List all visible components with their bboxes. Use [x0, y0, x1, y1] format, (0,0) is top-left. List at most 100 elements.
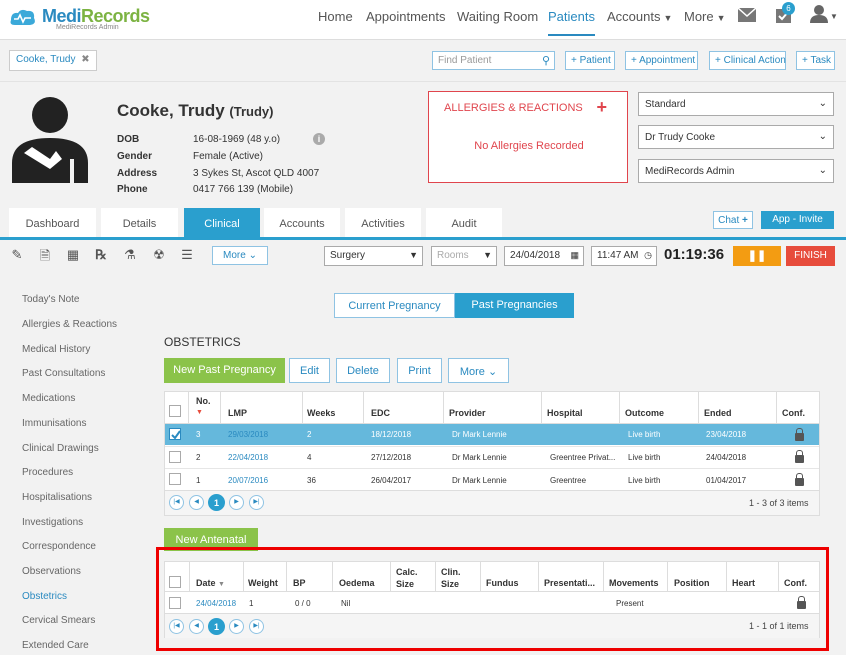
current-page[interactable]: 1 — [208, 494, 225, 511]
lock-icon[interactable] — [795, 473, 804, 486]
find-patient-input[interactable]: Find Patient ⚲ — [432, 51, 555, 70]
location-select[interactable]: Surgery ▼ — [324, 246, 423, 266]
new-past-pregnancy-button[interactable]: New Past Pregnancy — [164, 358, 285, 383]
prev-page-icon[interactable]: ◀ — [189, 495, 204, 510]
mail-icon[interactable] — [738, 8, 756, 22]
search-icon[interactable]: ⚲ — [542, 54, 550, 67]
pathology-icon[interactable]: ⚗ — [123, 247, 137, 263]
cell-lmp-link[interactable]: 29/03/2018 — [228, 430, 268, 439]
nav-home[interactable]: Home — [318, 9, 353, 34]
calculator-icon[interactable]: ▦ — [66, 247, 80, 263]
prescription-icon[interactable]: ℞ — [94, 247, 108, 263]
radiology-icon[interactable]: ☢ — [152, 247, 166, 263]
sidebar-item-past-consultations[interactable]: Past Consultations — [22, 368, 105, 379]
col-header-hospital[interactable]: Hospital — [547, 408, 583, 418]
calendar-icon[interactable]: ▦ — [570, 250, 579, 261]
sidebar-item-hospitalisations[interactable]: Hospitalisations — [22, 492, 92, 503]
tab-audit[interactable]: Audit — [426, 208, 502, 238]
edit-button[interactable]: Edit — [289, 358, 330, 383]
tab-past-pregnancies[interactable]: Past Pregnancies — [455, 293, 574, 318]
clock-icon[interactable]: ◷ — [644, 250, 652, 261]
close-icon[interactable]: ✖ — [81, 54, 89, 65]
col-header-no[interactable]: No. ▼ — [196, 396, 211, 416]
col-header-weeks[interactable]: Weeks — [307, 408, 335, 418]
chevron-down-icon: ⌄ — [818, 165, 827, 176]
nav-appointments[interactable]: Appointments — [366, 9, 446, 34]
referral-icon[interactable]: 🗎 — [38, 247, 52, 263]
row-checkbox[interactable] — [169, 451, 181, 463]
delete-button[interactable]: Delete — [336, 358, 390, 383]
nav-accounts[interactable]: Accounts ▼ — [607, 9, 672, 34]
col-divider — [363, 392, 364, 423]
sidebar-item-investigations[interactable]: Investigations — [22, 517, 83, 528]
row-checkbox[interactable] — [169, 473, 181, 485]
open-patient-tab[interactable]: Cooke, Trudy ✖ — [9, 50, 97, 71]
sidebar-item-procedures[interactable]: Procedures — [22, 467, 73, 478]
sidebar-item-medications[interactable]: Medications — [22, 393, 75, 404]
pause-button[interactable]: ❚❚ — [733, 246, 781, 266]
first-page-icon[interactable]: |◀ — [169, 495, 184, 510]
add-allergy-icon[interactable]: + — [596, 97, 607, 118]
col-header-ended[interactable]: Ended — [704, 408, 732, 418]
user-icon[interactable] — [810, 5, 828, 23]
add-task-button[interactable]: + Task — [796, 51, 835, 70]
sidebar-item-immunisations[interactable]: Immunisations — [22, 418, 86, 429]
sidebar-item-obstetrics[interactable]: Obstetrics — [22, 591, 67, 602]
consult-time-input[interactable]: 11:47 AM ◷ — [591, 246, 657, 266]
lock-icon[interactable] — [795, 450, 804, 463]
plus-icon: + — [742, 215, 748, 226]
open-patient-tab-label: Cooke, Trudy — [16, 54, 76, 65]
info-icon[interactable]: i — [313, 133, 325, 145]
add-patient-button[interactable]: + Patient — [565, 51, 615, 70]
app-invite-button[interactable]: App - Invite — [761, 211, 834, 229]
add-appointment-button[interactable]: + Appointment — [625, 51, 698, 70]
sidebar-item-clinical-drawings[interactable]: Clinical Drawings — [22, 443, 99, 454]
col-header-lmp[interactable]: LMP — [228, 408, 247, 418]
note-icon[interactable]: ✎ — [10, 247, 24, 263]
practitioner-select[interactable]: Dr Trudy Cooke ⌄ — [638, 125, 834, 149]
sidebar-item-correspondence[interactable]: Correspondence — [22, 541, 96, 552]
tab-activities[interactable]: Activities — [345, 208, 421, 238]
nav-waiting-room[interactable]: Waiting Room — [457, 9, 538, 34]
chat-button[interactable]: Chat + — [713, 211, 753, 229]
user-menu-chevron-icon[interactable]: ▼ — [830, 12, 838, 21]
sidebar-item-allergies[interactable]: Allergies & Reactions — [22, 319, 117, 330]
cell-lmp-link[interactable]: 20/07/2016 — [228, 476, 268, 485]
select-all-checkbox[interactable] — [169, 405, 181, 417]
last-page-icon[interactable]: ▶| — [249, 495, 264, 510]
nav-more[interactable]: More ▼ — [684, 9, 726, 34]
print-button[interactable]: Print — [397, 358, 442, 383]
add-clinical-action-button[interactable]: + Clinical Action — [709, 51, 786, 70]
layers-icon[interactable]: ☰ — [180, 247, 194, 263]
rooms-select[interactable]: Rooms ▼ — [431, 246, 497, 266]
cell-lmp-link[interactable]: 22/04/2018 — [228, 453, 268, 462]
more-actions-button[interactable]: More ⌄ — [448, 358, 509, 383]
col-header-outcome[interactable]: Outcome — [625, 408, 664, 418]
col-header-conf[interactable]: Conf. — [782, 408, 805, 418]
tab-details[interactable]: Details — [101, 208, 178, 238]
tab-current-pregnancy[interactable]: Current Pregnancy — [334, 293, 455, 318]
template-select[interactable]: Standard ⌄ — [638, 92, 834, 116]
nav-patients[interactable]: Patients — [548, 9, 595, 36]
medirecords-logo[interactable]: MediRecords MediRecords Admin — [8, 5, 150, 33]
finish-button[interactable]: FINISH — [786, 246, 835, 266]
user-select[interactable]: MediRecords Admin ⌄ — [638, 159, 834, 183]
sidebar-item-cervical-smears[interactable]: Cervical Smears — [22, 615, 95, 626]
row-checkbox-checked[interactable] — [169, 428, 181, 440]
lock-icon[interactable] — [795, 428, 804, 441]
cell-weeks: 2 — [307, 430, 312, 439]
chevron-down-icon: ⌄ — [487, 366, 498, 378]
sidebar-item-observations[interactable]: Observations — [22, 566, 81, 577]
allergies-panel: ALLERGIES & REACTIONS + No Allergies Rec… — [428, 91, 628, 183]
sidebar-item-todays-note[interactable]: Today's Note — [22, 294, 80, 305]
sidebar-item-medical-history[interactable]: Medical History — [22, 344, 90, 355]
next-page-icon[interactable]: ▶ — [229, 495, 244, 510]
tab-clinical[interactable]: Clinical — [184, 208, 260, 238]
col-header-provider[interactable]: Provider — [449, 408, 486, 418]
tab-dashboard[interactable]: Dashboard — [9, 208, 96, 238]
col-header-edc[interactable]: EDC — [371, 408, 390, 418]
toolbar-more-button[interactable]: More ⌄ — [212, 246, 268, 265]
sidebar-item-extended-care[interactable]: Extended Care — [22, 640, 89, 651]
consult-date-input[interactable]: 24/04/2018 ▦ — [504, 246, 584, 266]
tab-accounts[interactable]: Accounts — [264, 208, 340, 238]
